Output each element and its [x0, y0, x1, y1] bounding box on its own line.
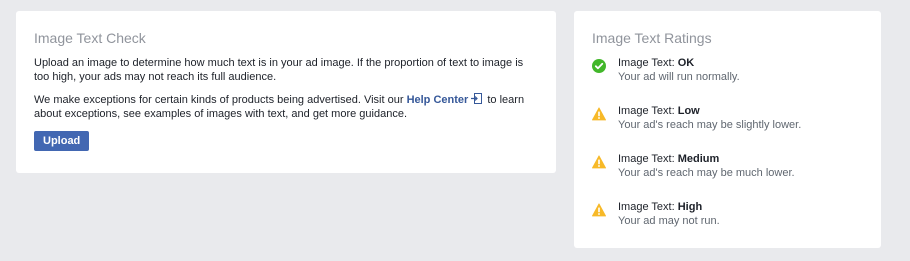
rating-level: High: [677, 201, 703, 213]
exceptions-paragraph: We make exceptions for certain kinds of …: [34, 93, 538, 121]
rating-prefix: Image Text:: [618, 57, 678, 69]
rating-high-description: Your ad may not run.: [618, 215, 720, 227]
rating-level: Low: [677, 105, 700, 117]
warning-icon: [592, 203, 606, 217]
rating-level: Medium: [677, 153, 720, 165]
rating-medium-text: Image Text: Medium Your ad's reach may b…: [618, 152, 795, 180]
warning-icon: [592, 107, 606, 121]
external-link-icon[interactable]: [471, 93, 483, 104]
exceptions-text-before: We make exceptions for certain kinds of …: [34, 94, 407, 106]
image-text-check-title: Image Text Check: [34, 30, 146, 46]
rating-low-text: Image Text: Low Your ad's reach may be s…: [618, 104, 801, 132]
image-text-check-card: Image Text Check Upload an image to dete…: [16, 11, 556, 173]
rating-prefix: Image Text:: [618, 153, 678, 165]
rating-low-title: Image Text: Low: [618, 104, 801, 118]
rating-high-text: Image Text: High Your ad may not run.: [618, 200, 720, 228]
intro-paragraph: Upload an image to determine how much te…: [34, 57, 524, 83]
rating-ok-text: Image Text: OK Your ad will run normally…: [618, 56, 740, 84]
rating-ok-description: Your ad will run normally.: [618, 71, 740, 83]
rating-low-description: Your ad's reach may be slightly lower.: [618, 119, 802, 131]
rating-level: OK: [677, 57, 695, 69]
rating-medium: Image Text: Medium Your ad's reach may b…: [592, 152, 863, 200]
image-text-ratings-card: Image Text Ratings Image Text: OK Your a…: [574, 11, 881, 248]
upload-button[interactable]: Upload: [34, 131, 90, 151]
check-circle-icon: [592, 59, 606, 73]
help-center-link[interactable]: Help Center: [407, 94, 469, 106]
rating-ok-title: Image Text: OK: [618, 56, 740, 70]
image-text-ratings-title: Image Text Ratings: [592, 30, 712, 46]
rating-prefix: Image Text:: [618, 201, 678, 213]
rating-high-title: Image Text: High: [618, 200, 720, 214]
rating-medium-description: Your ad's reach may be much lower.: [618, 167, 795, 179]
rating-prefix: Image Text:: [618, 105, 678, 117]
rating-low: Image Text: Low Your ad's reach may be s…: [592, 104, 863, 152]
rating-ok: Image Text: OK Your ad will run normally…: [592, 56, 863, 104]
warning-icon: [592, 155, 606, 169]
rating-medium-title: Image Text: Medium: [618, 152, 795, 166]
rating-high: Image Text: High Your ad may not run.: [592, 200, 863, 248]
